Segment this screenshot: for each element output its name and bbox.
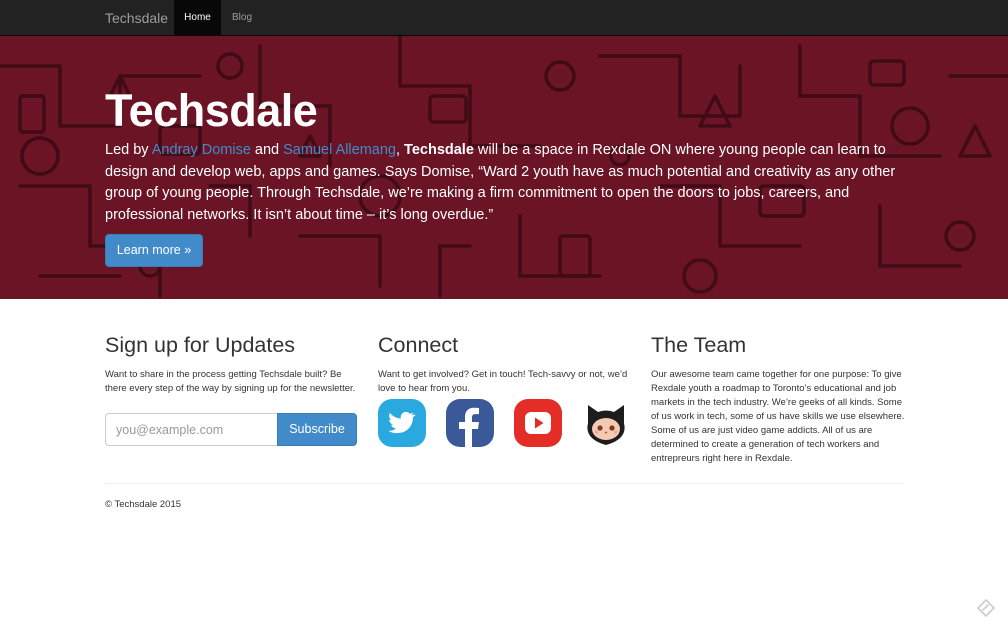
nav-link-home[interactable]: Home	[174, 0, 221, 36]
learn-more-button[interactable]: Learn more »	[105, 234, 203, 267]
team-heading: The Team	[651, 333, 747, 357]
nav-link-blog[interactable]: Blog	[221, 0, 263, 36]
hero-description: Led by Andray Domise and Samuel Allemang…	[105, 142, 896, 223]
hero-jumbotron: Techsdale Led by Andray Domise and Samue…	[0, 36, 1008, 299]
signup-text: Want to share in the process getting Tec…	[105, 369, 356, 394]
link-samuel-allemang[interactable]: Samuel Allemang	[283, 142, 396, 158]
navbar-brand[interactable]: Techsdale	[105, 0, 168, 36]
footer-copyright: © Techsdale 2015	[105, 499, 182, 510]
team-text: Our awesome team came together for one p…	[651, 369, 905, 464]
signup-heading: Sign up for Updates	[105, 333, 296, 357]
link-andray-domise[interactable]: Andray Domise	[152, 142, 251, 158]
twitter-icon[interactable]	[378, 399, 426, 447]
top-navbar: Techsdale Home Blog	[0, 0, 1008, 36]
facebook-icon[interactable]	[446, 399, 494, 447]
footer-divider	[105, 483, 905, 484]
corner-badge-icon	[977, 599, 995, 617]
connect-heading: Connect	[378, 333, 459, 357]
team-section: The Team Our awesome team came together …	[651, 333, 905, 466]
youtube-icon[interactable]	[514, 399, 562, 447]
signup-form: Subscribe	[105, 413, 357, 446]
hero-title: Techsdale	[105, 85, 318, 136]
connect-section: Connect Want to get involved? Get in tou…	[378, 333, 630, 447]
connect-text: Want to get involved? Get in touch! Tech…	[378, 369, 628, 394]
signup-section: Sign up for Updates Want to share in the…	[105, 333, 357, 446]
github-icon[interactable]	[582, 399, 630, 447]
email-input[interactable]	[105, 413, 277, 446]
subscribe-button[interactable]: Subscribe	[277, 413, 357, 446]
